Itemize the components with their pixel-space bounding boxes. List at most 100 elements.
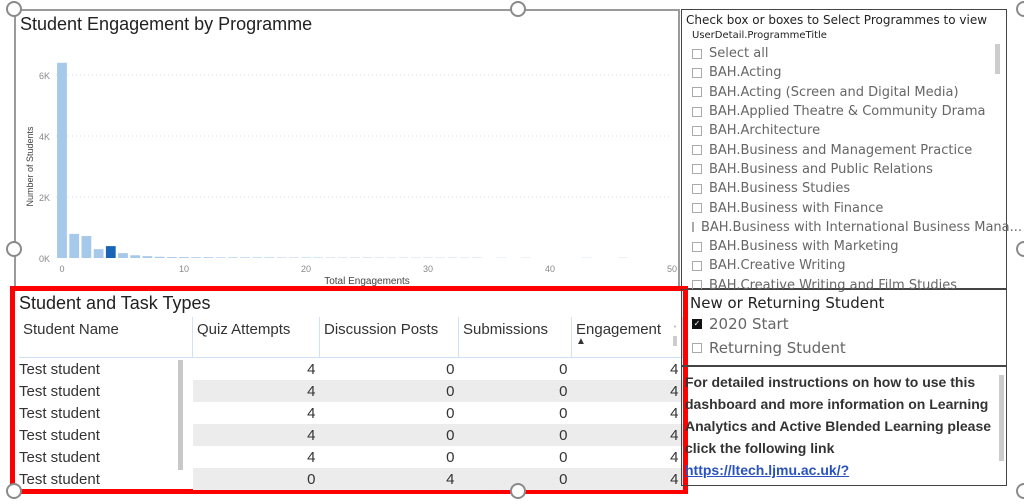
slicer-item-label: Select all xyxy=(709,46,769,62)
slicer-item[interactable]: BAH.Architecture xyxy=(692,121,1006,140)
checkbox-icon[interactable] xyxy=(692,241,702,252)
checkbox-icon[interactable] xyxy=(692,87,702,98)
column-header[interactable]: Submissions xyxy=(458,317,572,358)
resize-handle[interactable] xyxy=(1016,483,1024,499)
slicer-item[interactable]: BAH.Acting xyxy=(692,63,1006,82)
slicer-item-label: BAH.Business and Management Practice xyxy=(709,142,973,158)
value-cell: 0 xyxy=(458,424,572,446)
value-cell: 4 xyxy=(307,448,316,466)
checkbox-icon[interactable] xyxy=(692,203,702,214)
resize-handle[interactable] xyxy=(510,483,526,499)
info-textbox: For detailed instructions on how to use … xyxy=(681,366,1007,486)
bar xyxy=(203,257,214,258)
slicer-scrollbar[interactable] xyxy=(995,44,1000,74)
info-scrollbar[interactable] xyxy=(999,375,1004,461)
table-row[interactable]: Test student 4 0 0 4 xyxy=(19,446,683,468)
table-row[interactable]: Test student 0 4 0 4 xyxy=(19,468,683,490)
checkbox-checked-icon[interactable]: ✓ xyxy=(692,319,702,329)
table-row[interactable]: Test student 4 0 0 4 xyxy=(19,402,683,424)
slicer-item-label: BAH.Business Studies xyxy=(709,181,851,197)
x-tick-label: 30 xyxy=(423,264,433,274)
student-name-cell: Test student xyxy=(19,360,100,378)
slicer-field-label: UserDetail.ProgrammeTitle xyxy=(692,30,827,41)
checkbox-icon[interactable] xyxy=(692,164,702,175)
bar xyxy=(69,233,80,258)
new-returning-option[interactable]: Returning Student xyxy=(692,336,1006,360)
column-header-label: Student Name xyxy=(23,321,119,338)
slicer-item[interactable]: Select all xyxy=(692,44,1006,63)
slicer-item[interactable]: BAH.Business with Finance xyxy=(692,198,1006,217)
student-name-cell: Test student xyxy=(19,470,100,488)
new-returning-option[interactable]: ✓ 2020 Start xyxy=(692,312,1006,336)
y-axis-title: Number of Students xyxy=(25,126,35,207)
x-tick-label: 20 xyxy=(301,264,311,274)
resize-handle[interactable] xyxy=(6,1,22,17)
resize-handle[interactable] xyxy=(6,241,22,257)
bar-chart: 0K2K4K6K0 10 20 30 40 50Total EngagementsNumb… xyxy=(25,62,677,287)
checkbox-icon[interactable] xyxy=(692,67,702,78)
bar xyxy=(215,257,226,258)
column-header[interactable]: Quiz Attempts xyxy=(192,317,320,358)
bar xyxy=(93,249,104,258)
slicer-item[interactable]: BAH.Acting (Screen and Digital Media) xyxy=(692,83,1006,102)
table-row[interactable]: Test student 4 0 0 4 xyxy=(19,358,683,381)
slicer-item[interactable]: BAH.Business Studies xyxy=(692,179,1006,198)
column-header-label: Engagement xyxy=(576,321,662,338)
info-link[interactable]: https://ltech.ljmu.ac.uk/? xyxy=(685,462,849,478)
value-cell: 4 xyxy=(307,404,316,422)
resize-handle[interactable] xyxy=(1016,241,1024,257)
checkbox-icon[interactable] xyxy=(692,145,702,156)
checkbox-icon[interactable] xyxy=(692,183,702,194)
checkbox-icon[interactable] xyxy=(692,106,702,117)
bar xyxy=(191,257,202,258)
slicer-item-label: BAH.Business with Marketing xyxy=(709,239,899,255)
bar xyxy=(154,256,165,258)
checkbox-icon[interactable] xyxy=(692,343,702,353)
value-cell: 4 xyxy=(571,424,683,446)
slicer-item-label: BAH.Architecture xyxy=(709,123,821,139)
slicer-item[interactable]: BAH.Business and Management Practice xyxy=(692,140,1006,159)
info-text: For detailed instructions on how to use … xyxy=(685,374,992,456)
checkbox-icon[interactable] xyxy=(692,260,702,271)
slicer-item-label: BAH.Business and Public Relations xyxy=(709,161,933,177)
y-tick-label: 4K xyxy=(39,132,50,142)
checkbox-icon[interactable] xyxy=(692,48,702,59)
bar xyxy=(227,257,238,258)
column-header-label: Quiz Attempts xyxy=(197,321,291,338)
slicer-item[interactable]: BAH.Creative Writing xyxy=(692,256,1006,275)
column-header-label: Submissions xyxy=(463,321,549,338)
value-cell: 0 xyxy=(458,380,572,402)
name-column-scrollbar[interactable] xyxy=(178,360,183,470)
slicer-item[interactable]: BAH.Applied Theatre & Community Drama xyxy=(692,102,1006,121)
column-header[interactable]: Engagement ▲ xyxy=(571,317,683,358)
resize-handle[interactable] xyxy=(1016,1,1024,17)
column-header[interactable]: Discussion Posts xyxy=(319,317,459,358)
value-cell: 4 xyxy=(571,380,683,402)
column-header[interactable]: Student Name xyxy=(19,317,193,358)
value-cell: 4 xyxy=(307,360,316,378)
table-row[interactable]: Test student 4 0 0 4 xyxy=(19,380,683,402)
bar xyxy=(166,257,177,258)
table-row[interactable]: Test student 4 0 0 4 xyxy=(19,424,683,446)
new-returning-slicer[interactable]: New or Returning Student ✓ 2020 Start Retu… xyxy=(681,289,1007,366)
programme-slicer[interactable]: Check box or boxes to Select Programmes … xyxy=(681,9,1022,293)
checkbox-icon[interactable] xyxy=(692,125,702,136)
bar xyxy=(118,253,128,258)
value-cell: 4 xyxy=(319,468,459,490)
x-tick-label: 10 xyxy=(179,264,189,274)
resize-handle[interactable] xyxy=(6,483,22,499)
student-task-table-visual[interactable]: Student and Task Types Student Name Quiz … xyxy=(10,286,688,494)
value-cell: 0 xyxy=(559,404,568,422)
table-scrollbar[interactable]: ˄ ˅ xyxy=(671,325,679,475)
slicer-item-label: BAH.Acting (Screen and Digital Media) xyxy=(709,84,959,100)
checkbox-icon[interactable] xyxy=(692,222,694,233)
y-tick-label: 0K xyxy=(39,254,50,264)
slicer-item[interactable]: BAH.Business and Public Relations xyxy=(692,160,1006,179)
resize-handle[interactable] xyxy=(510,1,526,17)
slicer-item-label: BAH.Business with International Business… xyxy=(701,219,1023,235)
column-header-label: Discussion Posts xyxy=(324,321,439,338)
value-cell: 0 xyxy=(446,404,455,422)
slicer-item[interactable]: BAH.Business with Marketing xyxy=(692,237,1006,256)
slicer-item[interactable]: BAH.Business with International Business… xyxy=(692,218,1022,237)
chart-visual[interactable]: Student Engagement by Programme 0K 2K 4K 6K… xyxy=(14,9,680,287)
